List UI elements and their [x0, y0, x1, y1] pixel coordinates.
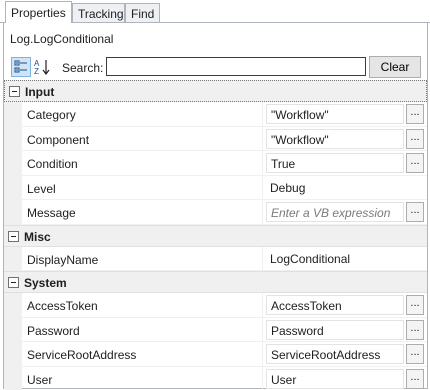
- property-value-field[interactable]: "Workflow": [266, 104, 404, 124]
- row-gutter: [4, 293, 22, 317]
- property-name: ServiceRootAddress: [27, 348, 137, 362]
- property-row-level[interactable]: Level Debug: [4, 175, 427, 200]
- ellipsis-button[interactable]: ...: [406, 202, 424, 222]
- category-input[interactable]: Input: [4, 80, 427, 102]
- column-divider: [262, 102, 263, 126]
- tab-properties[interactable]: Properties: [5, 1, 72, 23]
- categorized-view-icon: [14, 60, 27, 73]
- row-gutter: [4, 126, 22, 150]
- ellipsis-button[interactable]: ...: [406, 368, 424, 389]
- property-name: AccessToken: [27, 299, 98, 313]
- svg-text:Z: Z: [34, 67, 39, 76]
- ellipsis-button[interactable]: ...: [406, 295, 424, 315]
- property-name: Component: [27, 132, 90, 147]
- row-gutter: [4, 175, 22, 199]
- collapse-icon[interactable]: [8, 277, 19, 288]
- property-row-displayname[interactable]: DisplayName LogConditional: [4, 246, 427, 271]
- property-value-field[interactable]: User: [266, 368, 404, 389]
- collapse-icon[interactable]: [8, 230, 19, 242]
- ellipsis-button[interactable]: ...: [406, 344, 424, 364]
- property-row-user[interactable]: User User ...: [4, 366, 427, 390]
- column-divider: [262, 126, 263, 150]
- collapse-icon[interactable]: [9, 86, 20, 97]
- row-gutter: [4, 102, 22, 126]
- property-value-field[interactable]: True: [266, 153, 404, 173]
- row-gutter: [4, 366, 22, 390]
- property-name: DisplayName: [27, 252, 99, 267]
- category-system[interactable]: System: [4, 271, 427, 293]
- ellipsis-button[interactable]: ...: [406, 153, 424, 173]
- property-row-component[interactable]: Component "Workflow" ...: [4, 126, 427, 151]
- object-title: Log.LogConditional: [10, 32, 114, 46]
- property-value-field[interactable]: Enter a VB expression: [266, 202, 404, 222]
- row-gutter: [4, 317, 22, 341]
- category-misc[interactable]: Misc: [4, 224, 427, 247]
- category-label: Misc: [24, 229, 51, 244]
- search-input[interactable]: [106, 57, 366, 76]
- property-row-serviceroot[interactable]: ServiceRootAddress ServiceRootAddress ..…: [4, 342, 427, 367]
- clear-button[interactable]: Clear: [369, 56, 421, 78]
- categorized-view-button[interactable]: [11, 57, 31, 77]
- property-row-condition[interactable]: Condition True ...: [4, 151, 427, 176]
- property-row-category[interactable]: Category "Workflow" ...: [4, 102, 427, 127]
- alphabetical-sort-button[interactable]: A Z: [32, 57, 52, 77]
- property-name: Category: [27, 108, 76, 122]
- sort-alphabetical-icon: A Z: [34, 59, 50, 76]
- property-value-field[interactable]: ServiceRootAddress: [266, 344, 404, 364]
- column-divider: [262, 366, 263, 390]
- tab-strip: Properties Tracking Find: [0, 0, 430, 24]
- property-name: Level: [27, 181, 56, 196]
- column-divider: [262, 293, 263, 317]
- category-label: System: [24, 276, 67, 290]
- property-row-password[interactable]: Password Password ...: [4, 317, 427, 342]
- column-divider: [262, 200, 263, 224]
- tab-tracking[interactable]: Tracking: [72, 3, 125, 23]
- ellipsis-button[interactable]: ...: [406, 319, 424, 340]
- property-value-field[interactable]: LogConditional: [266, 249, 404, 269]
- property-value-field[interactable]: AccessToken: [266, 295, 404, 315]
- property-name: Password: [27, 323, 80, 338]
- property-value-field[interactable]: "Workflow": [266, 128, 404, 149]
- properties-panel: Log.LogConditional A Z Search: Clear Inp…: [3, 23, 428, 390]
- property-grid: Input Category "Workflow" ... Component …: [4, 80, 427, 390]
- column-divider: [262, 342, 263, 366]
- property-row-accesstoken[interactable]: AccessToken AccessToken ...: [4, 293, 427, 318]
- category-label: Input: [25, 85, 55, 99]
- property-name: Condition: [27, 157, 78, 171]
- property-value-dropdown[interactable]: Debug: [266, 178, 404, 198]
- tab-find[interactable]: Find: [125, 3, 160, 23]
- properties-toolbar: A Z Search: Clear: [4, 51, 427, 79]
- search-label: Search:: [62, 61, 104, 75]
- row-gutter: [4, 151, 22, 175]
- row-gutter: [4, 246, 22, 270]
- ellipsis-button[interactable]: ...: [406, 104, 424, 124]
- row-gutter: [4, 342, 22, 366]
- property-value-field[interactable]: Password: [266, 319, 404, 340]
- property-name: User: [27, 372, 53, 387]
- row-gutter: [4, 200, 22, 224]
- column-divider: [262, 151, 263, 175]
- column-divider: [262, 317, 263, 341]
- property-name: Message: [27, 206, 76, 220]
- column-divider: [262, 246, 263, 270]
- column-divider: [262, 175, 263, 199]
- ellipsis-button[interactable]: ...: [406, 128, 424, 149]
- property-row-message[interactable]: Message Enter a VB expression ...: [4, 200, 427, 225]
